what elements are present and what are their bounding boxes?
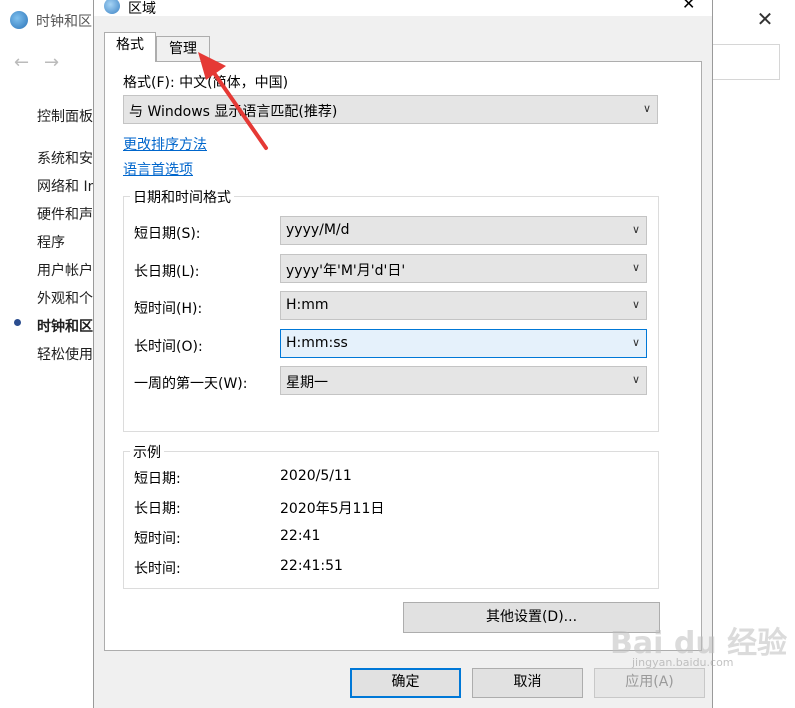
sidebar-item-control-panel[interactable]: 控制面板 [37,106,93,126]
datetime-group-title: 日期和时间格式 [130,187,234,207]
globe-icon [104,0,120,14]
format-tab-panel: 格式(F): 中文(简体，中国) 与 Windows 显示语言匹配(推荐) ∨ … [104,61,702,651]
cancel-button[interactable]: 取消 [472,668,583,698]
long-time-value: H:mm:ss [286,335,348,351]
example-short-time-value: 22:41 [280,528,321,544]
sidebar-item-hardware[interactable]: 硬件和声 [37,204,93,224]
short-time-dropdown[interactable]: H:mm ∨ [280,291,647,320]
format-dropdown-value: 与 Windows 显示语言匹配(推荐) [129,104,338,120]
chevron-down-icon: ∨ [631,261,640,274]
example-long-time-label: 长时间: [134,561,181,577]
short-date-dropdown[interactable]: yyyy/M/d ∨ [280,216,647,245]
long-date-dropdown[interactable]: yyyy'年'M'月'd'日' ∨ [280,254,647,283]
chevron-down-icon: ∨ [631,298,640,311]
datetime-format-group: 日期和时间格式 短日期(S): yyyy/M/d ∨ 长日期(L): yyyy'… [123,187,659,432]
sidebar-item-clock-region[interactable]: 时钟和区 [37,316,93,336]
example-short-date-label: 短日期: [134,471,181,487]
close-icon[interactable]: ✕ [750,4,780,34]
sidebar-item-system[interactable]: 系统和安 [37,148,93,168]
current-item-bullet [14,319,21,326]
search-box[interactable] [712,44,780,80]
short-time-label: 短时间(H): [134,301,203,317]
back-arrow-icon[interactable]: ← [14,52,44,73]
first-day-label: 一周的第一天(W): [134,376,248,392]
sidebar-item-accounts[interactable]: 用户帐户 [37,260,93,280]
tab-manage[interactable]: 管理 [156,36,210,62]
tab-format[interactable]: 格式 [104,32,156,62]
sidebar-item-appearance[interactable]: 外观和个 [37,288,93,308]
change-sort-link[interactable]: 更改排序方法 [123,134,207,154]
first-day-dropdown[interactable]: 星期一 ∨ [280,366,647,395]
example-long-time-value: 22:41:51 [280,558,343,574]
example-short-date-value: 2020/5/11 [280,468,352,484]
dialog-titlebar: 区域 ✕ [94,0,712,17]
short-date-label: 短日期(S): [134,226,201,242]
short-time-value: H:mm [286,297,329,313]
chevron-down-icon: ∨ [631,373,640,386]
sidebar-item-programs[interactable]: 程序 [37,232,65,252]
long-time-label: 长时间(O): [134,339,203,355]
dialog-title: 区域 [128,1,156,17]
sidebar-item-network[interactable]: 网络和 In [37,176,96,196]
example-long-date-value: 2020年5月11日 [280,501,385,517]
close-icon[interactable]: ✕ [682,0,695,13]
sidebar-item-ease-of-access[interactable]: 轻松使用 [37,344,93,364]
chevron-down-icon: ∨ [631,223,640,236]
long-date-value: yyyy'年'M'月'd'日' [286,263,406,279]
example-long-date-label: 长日期: [134,501,181,517]
clock-region-icon [10,11,28,29]
example-group: 示例 短日期: 2020/5/11 长日期: 2020年5月11日 短时间: 2… [123,442,659,589]
long-time-dropdown[interactable]: H:mm:ss ∨ [280,329,647,358]
ok-button[interactable]: 确定 [350,668,461,698]
format-label: 格式(F): 中文(简体，中国) [123,75,289,91]
region-dialog: 区域 ✕ 格式 管理 格式(F): 中文(简体，中国) 与 Windows 显示… [93,0,713,708]
language-prefs-link[interactable]: 语言首选项 [123,159,193,179]
control-panel-title: 时钟和区 [36,14,92,30]
nav-buttons: ← → [14,52,74,73]
apply-button[interactable]: 应用(A) [594,668,705,698]
chevron-down-icon: ∨ [642,102,651,115]
format-dropdown[interactable]: 与 Windows 显示语言匹配(推荐) ∨ [123,95,658,124]
long-date-label: 长日期(L): [134,264,200,280]
short-date-value: yyyy/M/d [286,222,350,238]
forward-arrow-icon[interactable]: → [44,52,74,73]
example-short-time-label: 短时间: [134,531,181,547]
baidu-watermark-url: jingyan.baidu.com [632,656,734,669]
chevron-down-icon: ∨ [631,336,640,349]
first-day-value: 星期一 [286,375,328,391]
example-group-title: 示例 [130,442,164,462]
